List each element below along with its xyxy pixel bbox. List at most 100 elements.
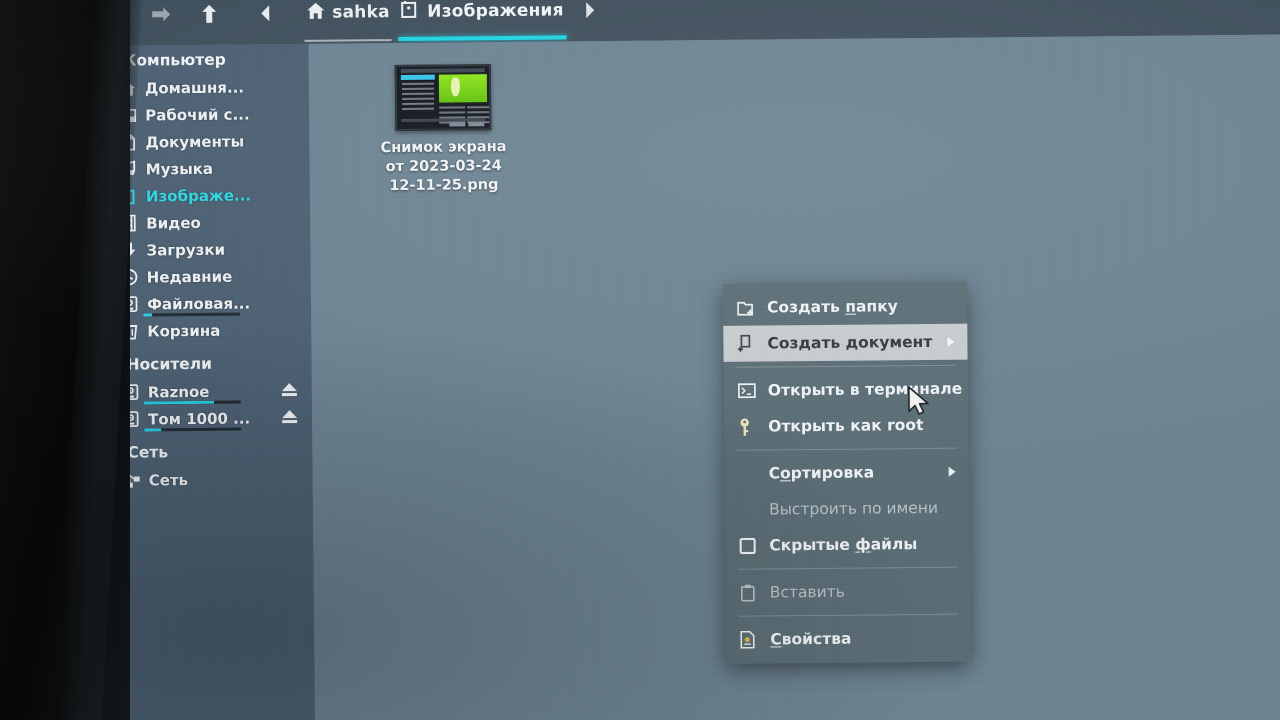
sidebar-item-label: Raznoe <box>147 382 210 401</box>
breadcrumb-izobrazheniya[interactable]: Изображения <box>394 0 570 42</box>
sidebar-group-media[interactable]: Носители <box>91 348 311 379</box>
menu-item-label: Открыть в терминале <box>767 379 963 400</box>
drive-icon <box>121 410 140 429</box>
sidebar-item-home[interactable]: Домашня... <box>89 73 309 102</box>
sidebar-item-network[interactable]: Сеть <box>93 465 313 494</box>
menu-separator <box>736 447 957 451</box>
terminal-icon <box>737 383 760 399</box>
menu-item-label: Сортировка <box>768 463 875 483</box>
sidebar: Компьютер Домашня... Рабочий с... Докуме… <box>88 43 316 720</box>
sidebar-group-computer[interactable]: Компьютер <box>89 44 309 75</box>
sidebar-item-documents[interactable]: Документы <box>89 127 309 156</box>
menu-separator <box>737 566 958 570</box>
download-arrow-icon <box>119 241 138 260</box>
pictures-icon <box>400 0 420 24</box>
monitor-photo: sahka Изображения Компьютер Домашня... Р… <box>0 0 1280 720</box>
menu-separator <box>735 364 956 368</box>
forward-button[interactable] <box>144 0 178 31</box>
properties-icon <box>740 630 762 649</box>
sidebar-item-trash[interactable]: Корзина <box>91 316 311 345</box>
breadcrumb-label: sahka <box>332 2 390 23</box>
back-button[interactable] <box>100 0 134 32</box>
menu-item-label: Создать папку <box>766 297 898 317</box>
menu-item-label: Свойства <box>770 629 852 649</box>
music-note-icon <box>119 160 138 179</box>
disk-usage-bar <box>144 427 242 432</box>
home-icon <box>118 79 137 98</box>
sidebar-item-music[interactable]: Музыка <box>90 154 310 183</box>
image-thumbnail <box>394 64 492 132</box>
menu-item-sort[interactable]: Сортировка <box>725 454 969 492</box>
sidebar-item-downloads[interactable]: Загрузки <box>90 235 310 264</box>
checkbox-unchecked-icon[interactable] <box>739 537 761 554</box>
sidebar-group-network[interactable]: Сеть <box>92 436 312 467</box>
up-button[interactable] <box>192 0 226 31</box>
menu-item-label: Вставить <box>769 582 845 602</box>
menu-item-arrange-by-name: Выстроить по имени <box>725 490 969 528</box>
menu-item-label: Скрытые файлы <box>769 535 918 555</box>
paste-icon <box>740 584 762 602</box>
menu-item-hidden-files[interactable]: Скрытые файлы <box>725 526 969 564</box>
sidebar-item-tom1000[interactable]: Том 1000 ... <box>92 404 312 433</box>
new-document-icon <box>737 334 759 353</box>
breadcrumb-label: Изображения <box>427 0 564 22</box>
sidebar-item-label: Рабочий с... <box>145 104 250 124</box>
submenu-arrow-icon <box>948 466 956 477</box>
sidebar-item-label: Загрузки <box>146 240 226 259</box>
drive-icon <box>121 383 140 402</box>
eject-icon[interactable] <box>281 382 298 397</box>
file-name-line: 12-11-25.png <box>389 177 499 195</box>
sidebar-item-label: Изображе... <box>145 185 252 205</box>
eject-icon[interactable] <box>281 409 298 424</box>
sidebar-item-label: Домашня... <box>144 78 245 97</box>
menu-separator <box>738 613 959 617</box>
menu-item-create-document[interactable]: Создать документ <box>723 323 968 362</box>
sidebar-group-label: Сеть <box>127 442 169 462</box>
menu-item-label: Создать документ <box>767 332 933 353</box>
arrow-up-icon <box>199 3 219 25</box>
film-icon <box>119 214 138 233</box>
menu-item-properties[interactable]: Свойства <box>726 620 970 658</box>
sidebar-item-filesystem[interactable]: Файловая... <box>91 289 311 318</box>
sidebar-group-label: Носители <box>126 354 213 374</box>
sidebar-item-label: Корзина <box>147 321 221 340</box>
document-icon <box>118 133 137 152</box>
chevron-left-icon <box>258 4 272 22</box>
breadcrumb-underline-active <box>398 35 567 42</box>
sidebar-item-label: Сеть <box>148 470 189 489</box>
sidebar-item-pictures[interactable]: Изображе... <box>90 181 310 210</box>
submenu-arrow-icon <box>947 336 955 347</box>
mouse-pointer-icon <box>907 386 933 416</box>
breadcrumb-scroll-left[interactable] <box>248 0 282 30</box>
drive-icon <box>120 295 139 314</box>
clock-icon <box>120 268 139 287</box>
sidebar-item-label: Недавние <box>146 267 233 286</box>
menu-item-create-folder[interactable]: Создать папку <box>723 288 967 326</box>
arrow-left-icon <box>105 5 129 25</box>
sidebar-item-video[interactable]: Видео <box>90 208 310 237</box>
menu-item-label: Открыть как root <box>768 416 924 436</box>
file-item[interactable]: Снимок экрана от 2023-03-24 12-11-25.png <box>367 64 520 196</box>
context-menu[interactable]: Создать папку Создать документ Открыть в… <box>722 281 971 664</box>
sidebar-item-label: Том 1000 ... <box>148 408 251 428</box>
file-name-label: Снимок экрана от 2023-03-24 12-11-25.png <box>380 138 506 196</box>
sidebar-item-raznoe[interactable]: Raznoe <box>92 377 312 406</box>
chevron-down-icon <box>105 360 118 368</box>
arrow-right-icon <box>149 4 173 24</box>
home-icon <box>306 1 325 24</box>
trash-icon <box>120 322 139 341</box>
file-list-pane[interactable]: Снимок экрана от 2023-03-24 12-11-25.png… <box>308 34 1280 720</box>
desktop-icon <box>118 106 137 125</box>
file-name-line: от 2023-03-24 <box>385 158 502 176</box>
breadcrumb-sahka[interactable]: sahka <box>300 0 396 42</box>
breadcrumb-scroll-right[interactable] <box>572 0 606 27</box>
sidebar-item-label: Файловая... <box>146 293 251 313</box>
sidebar-item-recent[interactable]: Недавние <box>91 262 311 291</box>
file-name-line: Снимок экрана <box>380 138 507 157</box>
sidebar-item-label: Видео <box>146 213 201 232</box>
chevron-right-icon <box>582 1 596 19</box>
sidebar-item-desktop[interactable]: Рабочий с... <box>89 100 309 129</box>
sidebar-item-label: Музыка <box>145 159 214 178</box>
network-icon <box>122 471 141 490</box>
sidebar-item-label: Документы <box>145 132 245 151</box>
